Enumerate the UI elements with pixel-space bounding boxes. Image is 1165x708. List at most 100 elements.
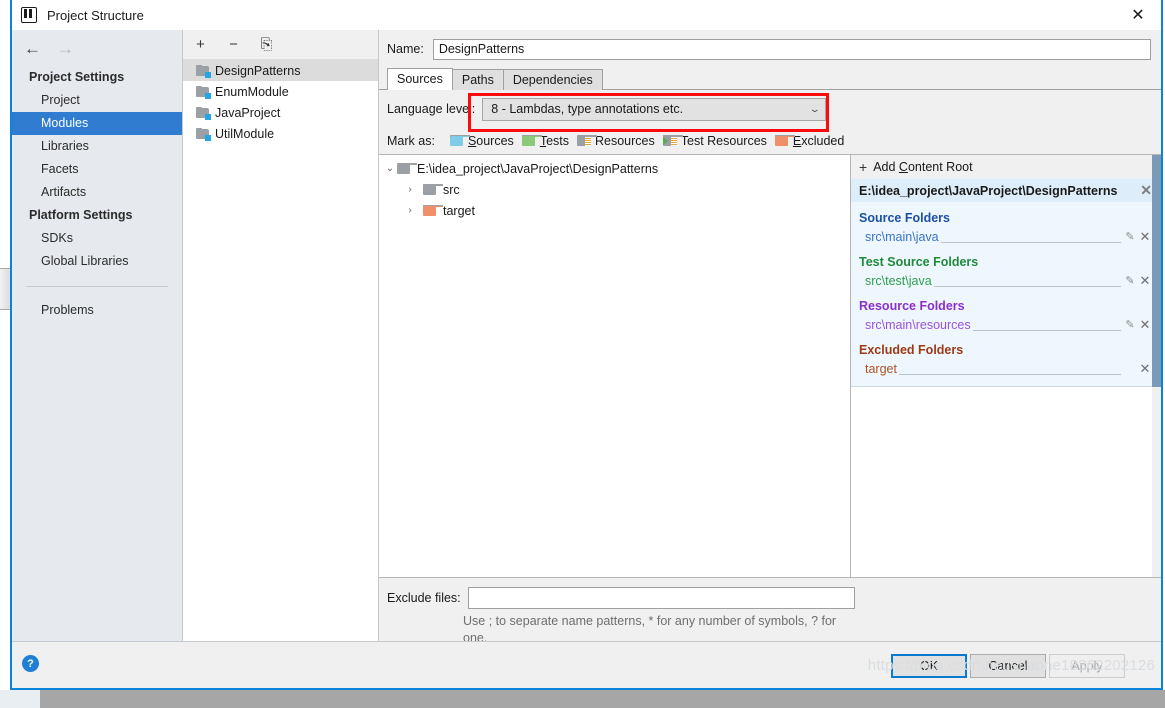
edit-icon[interactable]: ✎ — [1123, 318, 1137, 331]
tab-dependencies[interactable]: Dependencies — [503, 69, 603, 90]
module-editor-panel: Name: Sources Paths Dependencies Languag… — [379, 30, 1161, 657]
module-folder-icon — [196, 86, 210, 98]
mark-as-test-resources-label: Test Resources — [681, 134, 767, 148]
module-name-label: Name: — [387, 42, 424, 56]
source-folders-title: Source Folders — [851, 202, 1161, 227]
back-arrow-icon[interactable]: ← — [24, 40, 41, 57]
row-underline — [941, 231, 1121, 243]
module-item-designpatterns[interactable]: DesignPatterns — [183, 60, 378, 81]
add-content-root-button[interactable]: + Add Content Root — [851, 155, 1161, 179]
remove-icon[interactable]: ✕ — [1137, 317, 1153, 333]
modules-toolbar: + − ⎘ — [183, 30, 378, 60]
module-item-label: EnumModule — [215, 85, 289, 99]
editor-tabs: Sources Paths Dependencies — [379, 68, 1161, 90]
window-title: Project Structure — [47, 8, 144, 23]
row-underline — [973, 319, 1121, 331]
mark-as-tests-label: Tests — [540, 134, 569, 148]
dialog-footer: ? OK Cancel Apply https://blog.csdn.net/… — [12, 641, 1161, 688]
resource-folders-title: Resource Folders — [851, 290, 1161, 315]
remove-icon[interactable]: ✕ — [1137, 229, 1153, 245]
content-root-path: E:\idea_project\JavaProject\DesignPatter… — [859, 184, 1117, 198]
row-underline — [934, 275, 1121, 287]
scrollbar-thumb[interactable] — [1152, 155, 1161, 387]
intellij-idea-icon — [21, 7, 37, 23]
mark-as-test-resources-button[interactable]: Test Resources — [663, 134, 767, 148]
sidebar-item-facets[interactable]: Facets — [12, 158, 182, 181]
apply-button[interactable]: Apply — [1049, 654, 1125, 678]
content-root-header: E:\idea_project\JavaProject\DesignPatter… — [851, 179, 1161, 202]
sidebar-item-libraries[interactable]: Libraries — [12, 135, 182, 158]
sidebar-item-modules[interactable]: Modules — [12, 112, 182, 135]
module-item-enummodule[interactable]: EnumModule — [183, 81, 378, 102]
tree-row-label: src — [443, 183, 460, 197]
taskbar — [0, 690, 1165, 708]
language-level-value: 8 - Lambdas, type annotations etc. — [491, 102, 683, 116]
tree-row[interactable]: › src — [379, 179, 850, 200]
mark-as-sources-button[interactable]: Sources — [450, 134, 514, 148]
twisty-collapsed-icon[interactable]: › — [403, 205, 417, 216]
sidebar-item-global-libraries[interactable]: Global Libraries — [12, 250, 182, 273]
copy-module-icon[interactable]: ⎘ — [258, 36, 275, 53]
plus-icon: + — [859, 160, 867, 174]
sidebar-item-project[interactable]: Project — [12, 89, 182, 112]
excluded-folder-path: target — [865, 362, 897, 376]
sidebar-group-project-settings: Project Settings — [12, 66, 182, 89]
module-folder-icon — [196, 65, 210, 77]
source-folder-path: src\main\java — [865, 230, 939, 244]
cancel-button[interactable]: Cancel — [970, 654, 1046, 678]
nav-arrows: ← → — [12, 30, 182, 66]
mark-as-excluded-button[interactable]: Excluded — [775, 134, 844, 148]
row-underline — [899, 363, 1121, 375]
mark-as-resources-button[interactable]: Resources — [577, 134, 655, 148]
exclude-files-label: Exclude files: — [387, 591, 461, 605]
remove-icon[interactable]: ✕ — [1137, 273, 1153, 289]
title-bar: Project Structure ✕ — [12, 0, 1161, 31]
close-icon[interactable]: ✕ — [1115, 0, 1161, 30]
forward-arrow-icon[interactable]: → — [57, 40, 74, 57]
folder-sources-icon — [450, 135, 464, 147]
module-name-input[interactable] — [433, 39, 1151, 60]
module-item-label: JavaProject — [215, 106, 280, 120]
source-folder-row: src\main\java ✎ ✕ — [851, 227, 1161, 246]
folder-test-resources-icon — [663, 135, 677, 147]
twisty-collapsed-icon[interactable]: › — [403, 184, 417, 195]
module-item-utilmodule[interactable]: UtilModule — [183, 123, 378, 144]
tab-sources[interactable]: Sources — [387, 68, 453, 90]
module-item-label: UtilModule — [215, 127, 274, 141]
content-root-scrollbar[interactable] — [1152, 155, 1161, 577]
module-item-javaproject[interactable]: JavaProject — [183, 102, 378, 123]
modules-list-panel: + − ⎘ DesignPatterns EnumModule — [183, 30, 379, 657]
tree-row[interactable]: ⌄ E:\idea_project\JavaProject\DesignPatt… — [379, 158, 850, 179]
twisty-expanded-icon[interactable]: ⌄ — [383, 163, 397, 174]
remove-icon[interactable]: ✕ — [1137, 361, 1153, 377]
dialog-body: ← → Project Settings Project Modules Lib… — [12, 30, 1161, 657]
sidebar-item-problems[interactable]: Problems — [12, 299, 182, 322]
module-name-row: Name: — [379, 30, 1161, 68]
folder-resources-icon — [577, 135, 591, 147]
tree-row[interactable]: › target — [379, 200, 850, 221]
language-level-row: Language level: 8 - Lambdas, type annota… — [379, 90, 1161, 128]
folder-tests-icon — [522, 135, 536, 147]
folder-excluded-icon — [775, 135, 789, 147]
module-folder-icon — [196, 107, 210, 119]
exclude-files-input[interactable] — [468, 587, 855, 609]
sidebar-item-artifacts[interactable]: Artifacts — [12, 181, 182, 204]
test-source-folder-row: src\test\java ✎ ✕ — [851, 271, 1161, 290]
mark-as-tests-button[interactable]: Tests — [522, 134, 569, 148]
tab-paths[interactable]: Paths — [452, 69, 504, 90]
remove-module-icon[interactable]: − — [225, 36, 242, 53]
project-structure-dialog: Project Structure ✕ ← → Project Settings… — [10, 0, 1163, 690]
edit-icon[interactable]: ✎ — [1123, 230, 1137, 243]
ok-button[interactable]: OK — [891, 654, 967, 678]
mark-as-sources-label: Sources — [468, 134, 514, 148]
add-module-icon[interactable]: + — [192, 36, 209, 53]
edit-icon[interactable]: ✎ — [1123, 274, 1137, 287]
sidebar-item-sdks[interactable]: SDKs — [12, 227, 182, 250]
mark-as-resources-label: Resources — [595, 134, 655, 148]
help-icon[interactable]: ? — [22, 655, 39, 672]
test-source-folders-title: Test Source Folders — [851, 246, 1161, 271]
excluded-folder-row: target ✕ — [851, 359, 1161, 378]
content-tree-area: ⌄ E:\idea_project\JavaProject\DesignPatt… — [379, 154, 1161, 577]
folder-tree: ⌄ E:\idea_project\JavaProject\DesignPatt… — [379, 155, 851, 577]
language-level-select[interactable]: 8 - Lambdas, type annotations etc. ⌄ — [482, 98, 826, 121]
